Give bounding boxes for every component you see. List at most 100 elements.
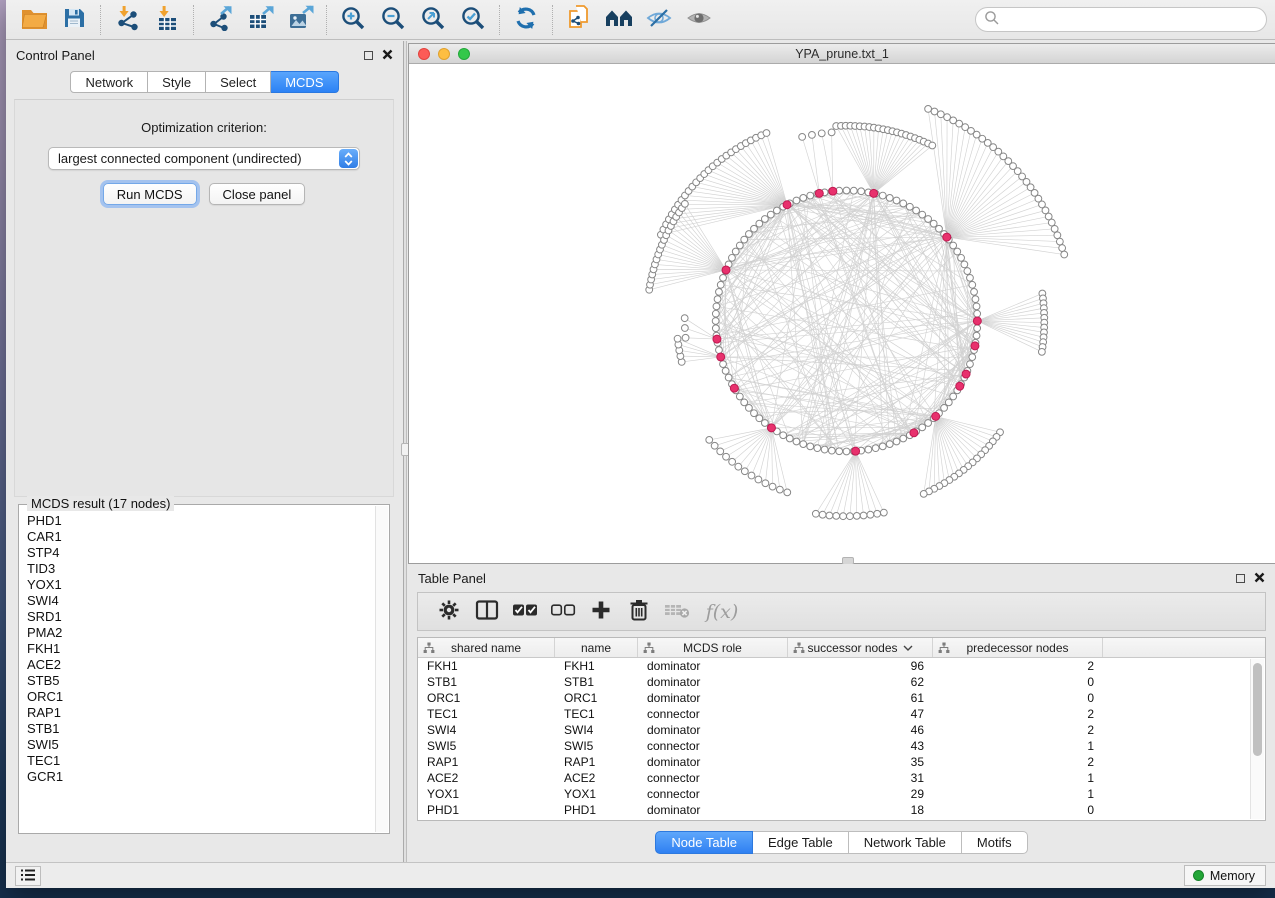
table-row[interactable]: STB1STB1dominator620 bbox=[418, 674, 1265, 690]
select-all-rows-button[interactable] bbox=[506, 596, 544, 628]
column-header-MCDS-role[interactable]: MCDS role bbox=[638, 638, 788, 657]
mcds-result-item[interactable]: RAP1 bbox=[27, 705, 375, 721]
mcds-result-item[interactable]: STB5 bbox=[27, 673, 375, 689]
column-header-successor-nodes[interactable]: successor nodes bbox=[788, 638, 933, 657]
table-row[interactable]: PHD1PHD1dominator180 bbox=[418, 802, 1265, 818]
mcds-result-item[interactable]: YOX1 bbox=[27, 577, 375, 593]
mcds-list-scrollbar[interactable] bbox=[375, 506, 388, 832]
table-cell: ACE2 bbox=[555, 770, 638, 786]
tab-network-table[interactable]: Network Table bbox=[849, 831, 962, 854]
close-panel-icon[interactable] bbox=[1254, 571, 1265, 586]
new-network-from-selection-button[interactable] bbox=[559, 3, 599, 37]
tab-node-table[interactable]: Node Table bbox=[655, 831, 753, 854]
mcds-result-item[interactable]: PMA2 bbox=[27, 625, 375, 641]
table-scrollbar-thumb[interactable] bbox=[1253, 663, 1262, 756]
apply-function-button[interactable]: f(x) bbox=[696, 596, 748, 628]
table-cell: dominator bbox=[638, 658, 788, 674]
column-header-shared-name[interactable]: shared name bbox=[418, 638, 555, 657]
mcds-result-item[interactable]: GCR1 bbox=[27, 769, 375, 785]
zoom-in-button[interactable] bbox=[333, 3, 373, 37]
apply-layout-button[interactable] bbox=[506, 3, 546, 37]
table-cell: 2 bbox=[933, 754, 1103, 770]
tab-select[interactable]: Select bbox=[206, 71, 271, 93]
mcds-result-item[interactable]: ACE2 bbox=[27, 657, 375, 673]
export-table-icon bbox=[247, 5, 274, 34]
mcds-result-item[interactable]: CAR1 bbox=[27, 529, 375, 545]
export-network-button[interactable] bbox=[200, 3, 240, 37]
zoom-selected-button[interactable] bbox=[453, 3, 493, 37]
fit-content-button[interactable] bbox=[413, 3, 453, 37]
mcds-result-item[interactable]: STP4 bbox=[27, 545, 375, 561]
import-network-button[interactable] bbox=[107, 3, 147, 37]
memory-button[interactable]: Memory bbox=[1184, 865, 1266, 886]
network-window-titlebar[interactable]: YPA_prune.txt_1 bbox=[409, 44, 1275, 64]
delete-columns-button[interactable] bbox=[620, 596, 658, 628]
panel-splitter[interactable] bbox=[403, 41, 407, 862]
table-row[interactable]: TEC1TEC1connector472 bbox=[418, 706, 1265, 722]
column-header-name[interactable]: name bbox=[555, 638, 638, 657]
attribute-tree-icon bbox=[793, 642, 805, 654]
mcds-result-item[interactable]: SWI4 bbox=[27, 593, 375, 609]
table-row[interactable]: SWI5SWI5connector431 bbox=[418, 738, 1265, 754]
mcds-result-item[interactable]: TEC1 bbox=[27, 753, 375, 769]
float-panel-icon[interactable] bbox=[1236, 574, 1245, 583]
show-columns-button[interactable] bbox=[468, 596, 506, 628]
window-minimize-icon[interactable] bbox=[438, 48, 450, 60]
search-input[interactable] bbox=[1000, 11, 1258, 28]
tab-edge-table[interactable]: Edge Table bbox=[753, 831, 849, 854]
delete-table-button[interactable] bbox=[658, 596, 696, 628]
table-row[interactable]: SWI4SWI4dominator462 bbox=[418, 722, 1265, 738]
status-bar: Memory bbox=[6, 862, 1275, 888]
mcds-result-item[interactable]: SWI5 bbox=[27, 737, 375, 753]
import-table-button[interactable] bbox=[147, 3, 187, 37]
column-header-predecessor-nodes[interactable]: predecessor nodes bbox=[933, 638, 1103, 657]
export-table-button[interactable] bbox=[240, 3, 280, 37]
memory-label: Memory bbox=[1210, 869, 1255, 883]
table-mode-gear-button[interactable] bbox=[430, 596, 468, 628]
window-maximize-icon[interactable] bbox=[458, 48, 470, 60]
control-panel-titlebar: Control Panel bbox=[6, 41, 403, 67]
table-row[interactable]: YOX1YOX1connector291 bbox=[418, 786, 1265, 802]
tab-mcds[interactable]: MCDS bbox=[271, 71, 338, 93]
table-row[interactable]: RAP1RAP1dominator352 bbox=[418, 754, 1265, 770]
zoom-out-button[interactable] bbox=[373, 3, 413, 37]
table-cell: 35 bbox=[788, 754, 933, 770]
checked-boxes-icon bbox=[512, 602, 538, 621]
export-image-button[interactable] bbox=[280, 3, 320, 37]
table-row[interactable]: ACE2ACE2connector311 bbox=[418, 770, 1265, 786]
mcds-result-item[interactable]: SRD1 bbox=[27, 609, 375, 625]
show-all-button[interactable] bbox=[679, 3, 719, 37]
save-session-button[interactable] bbox=[54, 3, 94, 37]
open-file-button[interactable] bbox=[14, 3, 54, 37]
close-panel-icon[interactable] bbox=[382, 48, 393, 63]
network-canvas[interactable] bbox=[409, 64, 1275, 563]
window-close-icon[interactable] bbox=[418, 48, 430, 60]
create-column-button[interactable] bbox=[582, 596, 620, 628]
table-cell: PHD1 bbox=[418, 802, 555, 818]
float-panel-icon[interactable] bbox=[364, 51, 373, 60]
table-cell: 2 bbox=[933, 722, 1103, 738]
mcds-result-item[interactable]: FKH1 bbox=[27, 641, 375, 657]
table-cell: connector bbox=[638, 770, 788, 786]
mcds-result-item[interactable]: PHD1 bbox=[27, 513, 375, 529]
mcds-result-item[interactable]: TID3 bbox=[27, 561, 375, 577]
table-scrollbar[interactable] bbox=[1250, 659, 1264, 819]
table-cell: 62 bbox=[788, 674, 933, 690]
table-row[interactable]: FKH1FKH1dominator962 bbox=[418, 658, 1265, 674]
mcds-result-item[interactable]: STB1 bbox=[27, 721, 375, 737]
task-history-button[interactable] bbox=[15, 866, 41, 886]
first-neighbors-button[interactable] bbox=[599, 3, 639, 37]
run-mcds-button[interactable]: Run MCDS bbox=[103, 183, 197, 205]
table-cell: 18 bbox=[788, 802, 933, 818]
table-cell: 2 bbox=[933, 706, 1103, 722]
tab-network[interactable]: Network bbox=[70, 71, 148, 93]
criterion-dropdown[interactable]: largest connected component (undirected) bbox=[48, 147, 360, 170]
tab-motifs[interactable]: Motifs bbox=[962, 831, 1028, 854]
deselect-all-rows-button[interactable] bbox=[544, 596, 582, 628]
table-cell: FKH1 bbox=[418, 658, 555, 674]
close-panel-button[interactable]: Close panel bbox=[209, 183, 306, 205]
table-row[interactable]: ORC1ORC1dominator610 bbox=[418, 690, 1265, 706]
mcds-result-item[interactable]: ORC1 bbox=[27, 689, 375, 705]
tab-style[interactable]: Style bbox=[148, 71, 206, 93]
hide-selection-button[interactable] bbox=[639, 3, 679, 37]
